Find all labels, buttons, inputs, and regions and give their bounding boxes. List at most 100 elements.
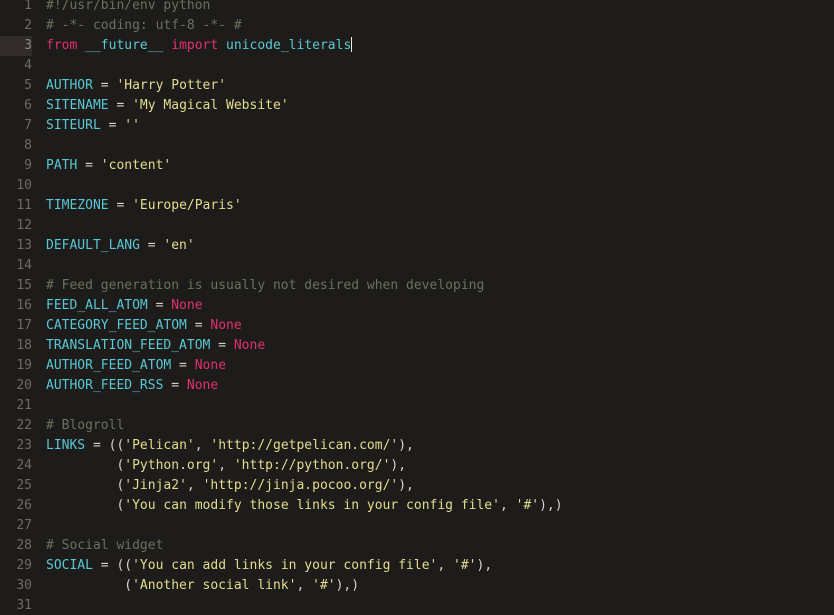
code-line[interactable]: 30 ('Another social link', '#'),) (0, 576, 834, 596)
line-number: 21 (16, 398, 32, 413)
line-number: 28 (16, 538, 32, 553)
code-line[interactable]: 23 LINKS = (('Pelican', 'http://getpelica… (0, 436, 834, 456)
code-text[interactable]: SOCIAL = (('You can add links in your co… (46, 556, 492, 576)
code-line[interactable]: 3 from __future__ import unicode_literals (0, 36, 834, 56)
code-line[interactable]: 28 # Social widget (0, 536, 834, 556)
code-line[interactable]: 1 #!/usr/bin/env python (0, 0, 834, 16)
code-line[interactable]: 11 TIMEZONE = 'Europe/Paris' (0, 196, 834, 216)
code-line[interactable]: 17 CATEGORY_FEED_ATOM = None (0, 316, 834, 336)
code-line[interactable]: 22 # Blogroll (0, 416, 834, 436)
code-line[interactable]: 4 (0, 56, 834, 76)
code-line[interactable]: 15 # Feed generation is usually not desir… (0, 276, 834, 296)
code-text[interactable]: from __future__ import unicode_literals (46, 36, 353, 56)
code-lines-container[interactable]: 1 #!/usr/bin/env python 2 # -*- coding: utf… (0, 0, 834, 615)
code-text[interactable]: PATH = 'content' (46, 156, 171, 176)
code-text[interactable]: AUTHOR_FEED_ATOM = None (46, 356, 226, 376)
code-text[interactable]: # Blogroll (46, 416, 124, 436)
token-none: None (194, 358, 227, 373)
line-number: 25 (16, 478, 32, 493)
code-text[interactable]: AUTHOR = 'Harry Potter' (46, 76, 226, 96)
line-number: 27 (16, 518, 32, 533)
code-line[interactable]: 7 SITEURL = '' (0, 116, 834, 136)
code-line[interactable]: 19 AUTHOR_FEED_ATOM = None (0, 356, 834, 376)
code-line[interactable]: 2 # -*- coding: utf-8 -*- # (0, 16, 834, 36)
code-line[interactable]: 25 ('Jinja2', 'http://jinja.pocoo.org/')… (0, 476, 834, 496)
code-text[interactable]: # Social widget (46, 536, 163, 556)
token-str: '#' (515, 498, 540, 513)
line-number: 26 (16, 498, 32, 513)
token-pl: ( (46, 458, 125, 473)
token-str: 'Jinja2' (124, 478, 187, 493)
token-op: = (163, 378, 187, 393)
code-line[interactable]: 21 (0, 396, 834, 416)
line-number: 17 (16, 318, 32, 333)
code-text[interactable]: CATEGORY_FEED_ATOM = None (46, 316, 242, 336)
code-line[interactable]: 16 FEED_ALL_ATOM = None (0, 296, 834, 316)
code-line[interactable]: 12 (0, 216, 834, 236)
code-text[interactable]: ('Python.org', 'http://python.org/'), (46, 456, 406, 476)
code-text[interactable]: #!/usr/bin/env python (46, 0, 210, 16)
line-number: 24 (16, 458, 32, 473)
code-text[interactable]: DEFAULT_LANG = 'en' (46, 236, 195, 256)
token-pl: (( (116, 558, 133, 573)
code-line[interactable]: 6 SITENAME = 'My Magical Website' (0, 96, 834, 116)
code-text[interactable]: ('You can modify those links in your con… (46, 496, 563, 516)
line-number: 20 (16, 378, 32, 393)
line-number: 1 (24, 0, 32, 13)
code-line[interactable]: 10 (0, 176, 834, 196)
code-text[interactable]: # -*- coding: utf-8 -*- # (46, 16, 242, 36)
code-line[interactable]: 18 TRANSLATION_FEED_ATOM = None (0, 336, 834, 356)
token-pl: ), (398, 478, 414, 493)
token-str: 'http://getpelican.com/' (210, 438, 399, 453)
token-pl: ), (398, 438, 414, 453)
line-number: 4 (24, 58, 32, 73)
line-number: 11 (16, 198, 32, 213)
code-text[interactable]: AUTHOR_FEED_RSS = None (46, 376, 218, 396)
line-number: 12 (16, 218, 32, 233)
token-kw: import (171, 38, 219, 53)
code-text[interactable]: LINKS = (('Pelican', 'http://getpelican.… (46, 436, 414, 456)
line-number: 16 (16, 298, 32, 313)
token-str: 'Harry Potter' (116, 78, 227, 93)
token-var: FEED_ALL_ATOM (46, 298, 148, 313)
code-text[interactable]: TRANSLATION_FEED_ATOM = None (46, 336, 265, 356)
code-line[interactable]: 5 AUTHOR = 'Harry Potter' (0, 76, 834, 96)
line-number: 23 (16, 438, 32, 453)
code-line[interactable]: 27 (0, 516, 834, 536)
token-var: CATEGORY_FEED_ATOM (46, 318, 187, 333)
line-number: 31 (16, 598, 32, 613)
code-line[interactable]: 26 ('You can modify those links in your … (0, 496, 834, 516)
code-line[interactable]: 24 ('Python.org', 'http://python.org/'), (0, 456, 834, 476)
token-none: None (171, 298, 203, 313)
token-op: = (186, 318, 211, 333)
code-line[interactable]: 31 (0, 596, 834, 615)
token-str: '#' (453, 558, 477, 573)
code-line[interactable]: 13 DEFAULT_LANG = 'en' (0, 236, 834, 256)
token-pl: , (296, 578, 313, 593)
code-text[interactable]: TIMEZONE = 'Europe/Paris' (46, 196, 242, 216)
token-op: = (108, 198, 133, 213)
line-number: 9 (24, 158, 32, 173)
code-text[interactable]: FEED_ALL_ATOM = None (46, 296, 203, 316)
code-text[interactable]: ('Another social link', '#'),) (46, 576, 359, 596)
code-text[interactable]: ('Jinja2', 'http://jinja.pocoo.org/'), (46, 476, 414, 496)
code-line[interactable]: 29 SOCIAL = (('You can add links in your … (0, 556, 834, 576)
token-pl: ),) (539, 498, 563, 513)
token-var: AUTHOR_FEED_ATOM (46, 358, 172, 373)
code-line[interactable]: 9 PATH = 'content' (0, 156, 834, 176)
token-com: #!/usr/bin/env python (46, 0, 211, 13)
line-number: 3 (0, 36, 32, 56)
token-op: = (139, 238, 164, 253)
token-com: # Feed generation is usually not desired… (46, 278, 485, 293)
token-pl: ),) (335, 578, 360, 593)
code-line[interactable]: 14 (0, 256, 834, 276)
code-line[interactable]: 8 (0, 136, 834, 156)
code-text[interactable]: # Feed generation is usually not desired… (46, 276, 484, 296)
code-text[interactable]: SITENAME = 'My Magical Website' (46, 96, 289, 116)
code-line[interactable]: 20 AUTHOR_FEED_RSS = None (0, 376, 834, 396)
token-op: = (147, 298, 172, 313)
code-text[interactable]: SITEURL = '' (46, 116, 140, 136)
line-number: 14 (16, 258, 32, 273)
code-editor[interactable]: 1 #!/usr/bin/env python 2 # -*- coding: utf… (0, 0, 834, 615)
text-caret (351, 37, 353, 52)
